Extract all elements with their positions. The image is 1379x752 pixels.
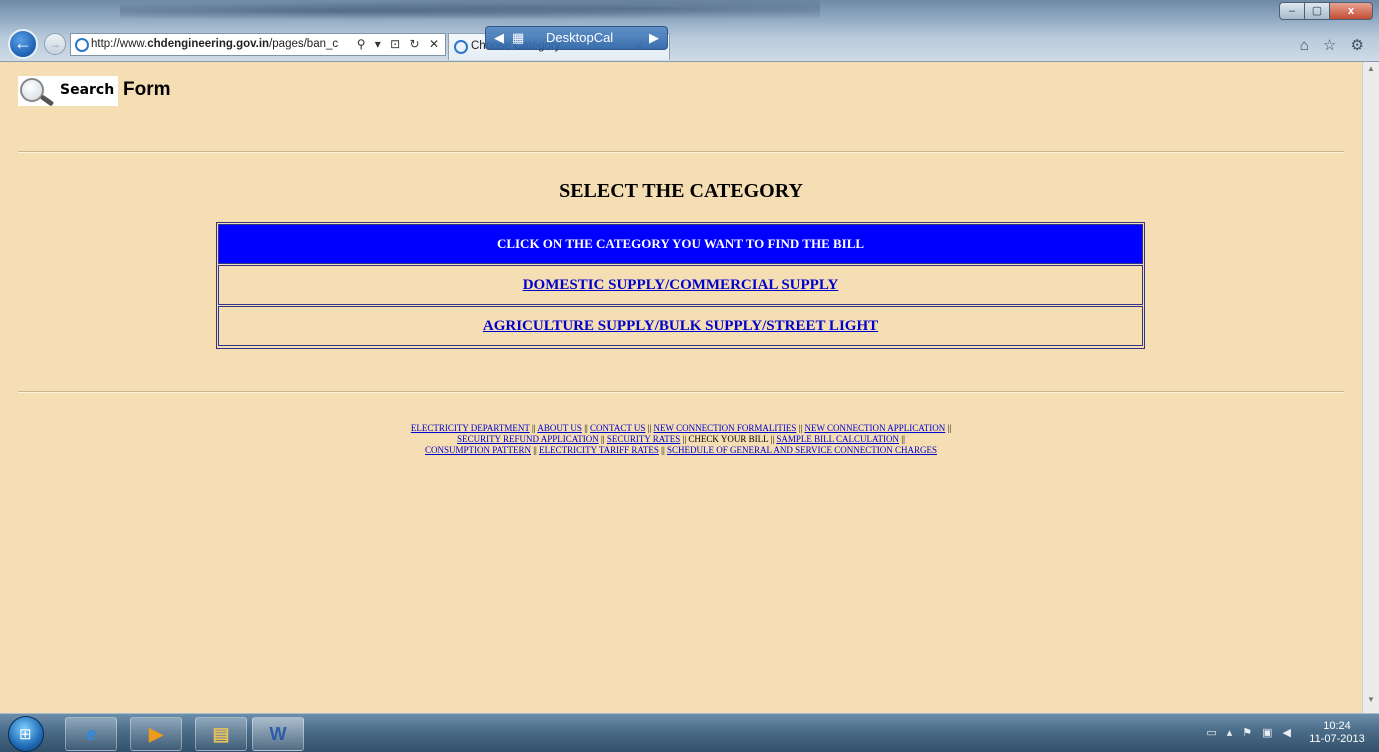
footer-link-security-rates[interactable]: SECURITY RATES [607, 434, 680, 444]
taskbar-word[interactable]: W [252, 717, 304, 751]
footer-link-new-connection-application[interactable]: NEW CONNECTION APPLICATION [804, 423, 945, 433]
footer-link-schedule-of-charges[interactable]: SCHEDULE OF GENERAL AND SERVICE CONNECTI… [667, 445, 937, 455]
logo-word: Search [60, 82, 115, 98]
footer-separator: || [682, 434, 687, 444]
footer-links: ELECTRICITY DEPARTMENT || ABOUT US || CO… [0, 423, 1362, 456]
footer-separator: || [661, 445, 665, 455]
taskbar-internet-explorer[interactable]: e [65, 717, 117, 751]
footer-line-3: CONSUMPTION PATTERN || ELECTRICITY TARIF… [0, 445, 1362, 456]
footer-link-contact-us[interactable]: CONTACT US [590, 423, 645, 433]
footer-text-check-your-bill: CHECK YOUR BILL [688, 434, 769, 444]
footer-separator: || [947, 423, 952, 433]
vertical-scrollbar[interactable]: ▲ ▼ [1362, 62, 1379, 713]
search-logo: Search [18, 76, 118, 107]
taskbar-file-explorer[interactable]: ▤ [195, 717, 247, 751]
divider-top [18, 151, 1344, 153]
browser-chrome: – ▢ x ← → http://www.chdengineering.gov.… [0, 0, 1379, 62]
ie-favicon-icon [454, 40, 468, 54]
category-table: CLICK ON THE CATEGORY YOU WANT TO FIND T… [216, 222, 1145, 349]
footer-link-electricity-department[interactable]: ELECTRICITY DEPARTMENT [411, 423, 530, 433]
footer-separator: || [647, 423, 652, 433]
desktopcal-label: DesktopCal [546, 30, 614, 45]
footer-separator: || [601, 434, 605, 444]
url-path: /pages/ban_c [269, 38, 339, 50]
minimize-button[interactable]: – [1279, 2, 1305, 20]
footer-link-new-connection-formalities[interactable]: NEW CONNECTION FORMALITIES [654, 423, 797, 433]
divider-bottom [18, 391, 1344, 393]
ie-favicon-icon [75, 38, 89, 52]
taskbar: ⊞ e ▶ ▤ W ▭▴⚑▣◀ 10:24 11-07-2013 [0, 713, 1379, 752]
scroll-down-icon[interactable]: ▼ [1363, 695, 1379, 711]
word-icon: W [269, 724, 287, 744]
media-player-icon: ▶ [149, 724, 163, 744]
arrow-left-icon: ← [14, 33, 32, 53]
footer-separator: || [770, 434, 775, 444]
footer-link-consumption-pattern[interactable]: CONSUMPTION PATTERN [425, 445, 531, 455]
taskbar-media-player[interactable]: ▶ [130, 717, 182, 751]
footer-separator: || [533, 445, 537, 455]
start-button[interactable]: ⊞ [8, 716, 44, 752]
close-button[interactable]: x [1329, 2, 1373, 20]
url-prefix: http://www. [91, 38, 148, 50]
back-button[interactable]: ← [8, 29, 38, 59]
category-link-domestic[interactable]: DOMESTIC SUPPLY/COMMERCIAL SUPPLY [523, 277, 839, 293]
browser-toolbar-icons[interactable]: ⌂ ☆ ⚙ [1300, 36, 1369, 54]
address-bar-controls[interactable]: ⚲ ▾ ⊡ ↻ ✕ [356, 34, 442, 55]
internet-explorer-icon: e [85, 724, 96, 744]
footer-line-1: ELECTRICITY DEPARTMENT || ABOUT US || CO… [0, 423, 1362, 434]
category-row-agriculture: AGRICULTURE SUPPLY/BULK SUPPLY/STREET LI… [218, 306, 1143, 346]
category-row-domestic: DOMESTIC SUPPLY/COMMERCIAL SUPPLY [218, 265, 1143, 305]
clock-date: 11-07-2013 [1309, 733, 1365, 745]
page-viewport: Search Form SELECT THE CATEGORY CLICK ON… [0, 62, 1362, 713]
arrow-right-icon: → [49, 37, 61, 51]
window-controls: – ▢ x [1279, 2, 1373, 20]
page-title: Form [123, 79, 171, 100]
category-link-agriculture[interactable]: AGRICULTURE SUPPLY/BULK SUPPLY/STREET LI… [483, 318, 878, 334]
system-tray-icons[interactable]: ▭▴⚑▣◀ [1206, 726, 1301, 739]
taskbar-clock[interactable]: 10:24 11-07-2013 [1307, 720, 1367, 746]
clock-time: 10:24 [1323, 720, 1351, 732]
footer-link-security-refund-application[interactable]: SECURITY REFUND APPLICATION [457, 434, 599, 444]
footer-link-about-us[interactable]: ABOUT US [537, 423, 582, 433]
desktopcal-overlay[interactable]: ◀ ▦ DesktopCal ▶ [485, 26, 668, 50]
forward-button[interactable]: → [44, 33, 66, 55]
footer-line-2: SECURITY REFUND APPLICATION || SECURITY … [0, 434, 1362, 445]
grid-icon: ▦ [512, 30, 524, 45]
magnifier-handle [39, 94, 55, 107]
url-domain: chdengineering.gov.in [147, 38, 270, 50]
footer-separator: || [531, 423, 536, 433]
address-bar[interactable]: http://www.chdengineering.gov.in/pages/b… [70, 33, 446, 56]
table-header-row: CLICK ON THE CATEGORY YOU WANT TO FIND T… [218, 224, 1143, 264]
footer-separator: || [798, 423, 803, 433]
footer-separator: || [901, 434, 905, 444]
footer-link-sample-bill-calculation[interactable]: SAMPLE BILL CALCULATION [776, 434, 899, 444]
maximize-button[interactable]: ▢ [1304, 2, 1330, 20]
scroll-up-icon[interactable]: ▲ [1363, 64, 1379, 80]
footer-link-electricity-tariff-rates[interactable]: ELECTRICITY TARIFF RATES [539, 445, 659, 455]
section-heading: SELECT THE CATEGORY [559, 180, 803, 202]
footer-separator: || [584, 423, 588, 433]
windows-logo-icon: ⊞ [19, 726, 32, 743]
arrow-right-icon[interactable]: ▶ [649, 27, 659, 49]
folder-icon: ▤ [212, 724, 230, 744]
arrow-left-icon[interactable]: ◀ [494, 27, 504, 49]
